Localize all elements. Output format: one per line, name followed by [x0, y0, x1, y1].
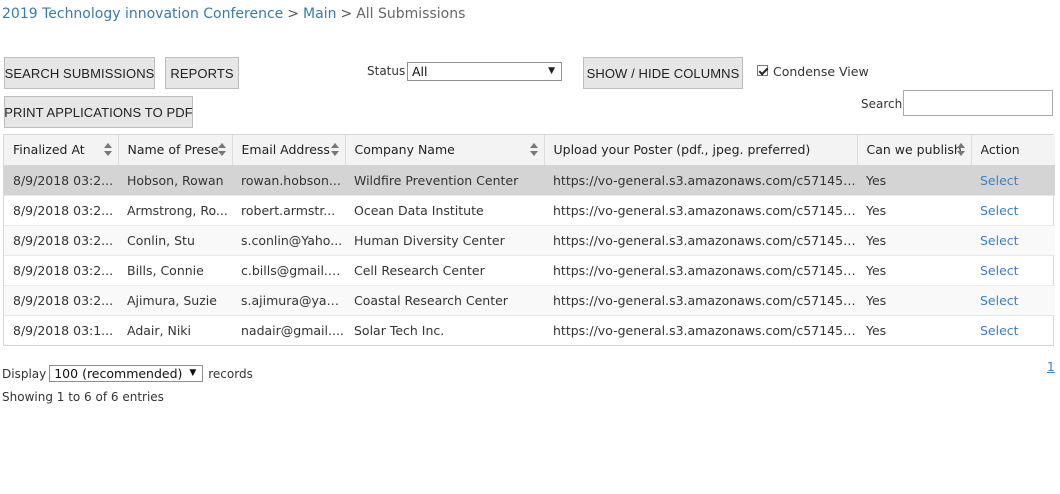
- chevron-down-icon: ▼: [189, 368, 197, 378]
- select-link[interactable]: Select: [980, 293, 1019, 308]
- cell-company: Wildfire Prevention Center: [345, 164, 544, 195]
- cell-company: Cell Research Center: [345, 254, 544, 285]
- table-header-row: Finalized At Name of Prese Email Address…: [4, 135, 1055, 166]
- reports-button[interactable]: REPORTS: [165, 57, 239, 89]
- cell-action: Select: [971, 314, 1055, 345]
- cell-finalized-at: 8/9/2018 03:2...: [4, 164, 118, 195]
- cell-email: c.bills@gmail.c...: [232, 254, 345, 285]
- records-label: records: [208, 366, 253, 381]
- select-link[interactable]: Select: [980, 203, 1019, 218]
- table-row[interactable]: 8/9/2018 03:2... Hobson, Rowan rowan.hob…: [4, 164, 1055, 195]
- select-link[interactable]: Select: [980, 263, 1019, 278]
- print-applications-pdf-button[interactable]: PRINT APPLICATIONS TO PDF: [4, 96, 193, 128]
- cell-email: nadair@gmail....: [232, 314, 345, 345]
- cell-publish: Yes: [857, 224, 971, 255]
- condense-view-toggle[interactable]: Condense View: [757, 64, 869, 79]
- search-submissions-button[interactable]: SEARCH SUBMISSIONS: [4, 57, 155, 89]
- cell-publish: Yes: [857, 314, 971, 345]
- cell-action: Select: [971, 254, 1055, 285]
- cell-poster-url: https://vo-general.s3.amazonaws.com/c571…: [544, 224, 857, 255]
- breadcrumb-separator: >: [287, 6, 300, 22]
- display-records-control: Display 100 (recommended) ▼ records: [2, 365, 253, 382]
- cell-finalized-at: 8/9/2018 03:2...: [4, 254, 118, 285]
- breadcrumb: 2019 Technology innovation Conference > Ma…: [2, 6, 465, 22]
- entries-info: Showing 1 to 6 of 6 entries: [2, 390, 164, 404]
- select-link[interactable]: Select: [980, 233, 1019, 248]
- condense-view-checkbox[interactable]: [757, 65, 768, 76]
- cell-company: Coastal Research Center: [345, 284, 544, 315]
- status-select-value: All: [412, 64, 428, 79]
- cell-company: Ocean Data Institute: [345, 194, 544, 225]
- column-header-publish[interactable]: Can we publish: [857, 135, 972, 166]
- pagination-page-1[interactable]: 1: [1047, 360, 1055, 374]
- cell-presenter-name: Armstrong, Ro...: [118, 194, 232, 225]
- sort-icon: [217, 143, 226, 157]
- cell-finalized-at: 8/9/2018 03:2...: [4, 224, 118, 255]
- cell-presenter-name: Bills, Connie: [118, 254, 232, 285]
- column-header-email[interactable]: Email Address: [232, 135, 346, 166]
- chevron-down-icon: ▼: [548, 66, 555, 76]
- cell-presenter-name: Conlin, Stu: [118, 224, 232, 255]
- cell-company: Human Diversity Center: [345, 224, 544, 255]
- breadcrumb-current: All Submissions: [356, 6, 466, 22]
- records-per-page-value: 100 (recommended): [54, 366, 183, 381]
- search-label: Search:: [861, 97, 907, 111]
- cell-finalized-at: 8/9/2018 03:2...: [4, 194, 118, 225]
- table-row[interactable]: 8/9/2018 03:2... Bills, Connie c.bills@g…: [4, 254, 1055, 285]
- cell-publish: Yes: [857, 164, 971, 195]
- cell-email: s.ajimura@yah...: [232, 284, 345, 315]
- search-input[interactable]: [903, 90, 1053, 116]
- cell-email: rowan.hobson...: [232, 164, 345, 195]
- cell-publish: Yes: [857, 254, 971, 285]
- status-select[interactable]: All ▼: [407, 62, 562, 81]
- records-per-page-select[interactable]: 100 (recommended) ▼: [49, 365, 204, 382]
- cell-poster-url: https://vo-general.s3.amazonaws.com/c571…: [544, 254, 857, 285]
- cell-poster-url: https://vo-general.s3.amazonaws.com/c571…: [544, 164, 857, 195]
- column-header-poster[interactable]: Upload your Poster (pdf., jpeg. preferre…: [544, 135, 858, 166]
- sort-icon: [529, 143, 538, 157]
- breadcrumb-main-link[interactable]: Main: [303, 6, 336, 22]
- sort-icon: [103, 143, 112, 157]
- column-header-company[interactable]: Company Name: [345, 135, 545, 166]
- select-link[interactable]: Select: [980, 173, 1019, 188]
- table-row[interactable]: 8/9/2018 03:2... Armstrong, Ro... robert…: [4, 194, 1055, 225]
- cell-action: Select: [971, 284, 1055, 315]
- cell-finalized-at: 8/9/2018 03:2...: [4, 284, 118, 315]
- sort-icon: [956, 143, 965, 157]
- cell-action: Select: [971, 164, 1055, 195]
- cell-presenter-name: Ajimura, Suzie: [118, 284, 232, 315]
- column-header-presenter-name[interactable]: Name of Prese: [118, 135, 233, 166]
- breadcrumb-conference-link[interactable]: 2019 Technology innovation Conference: [2, 6, 283, 22]
- select-link[interactable]: Select: [980, 323, 1019, 338]
- cell-poster-url: https://vo-general.s3.amazonaws.com/c571…: [544, 284, 857, 315]
- cell-finalized-at: 8/9/2018 03:1...: [4, 314, 118, 345]
- cell-presenter-name: Adair, Niki: [118, 314, 232, 345]
- status-label: Status: [367, 64, 406, 78]
- cell-poster-url: https://vo-general.s3.amazonaws.com/c571…: [544, 314, 857, 345]
- cell-email: s.conlin@Yaho...: [232, 224, 345, 255]
- breadcrumb-separator: >: [340, 6, 353, 22]
- cell-action: Select: [971, 194, 1055, 225]
- cell-publish: Yes: [857, 284, 971, 315]
- cell-publish: Yes: [857, 194, 971, 225]
- cell-poster-url: https://vo-general.s3.amazonaws.com/c571…: [544, 194, 857, 225]
- cell-email: robert.armstr...: [232, 194, 345, 225]
- sort-icon: [330, 143, 339, 157]
- cell-company: Solar Tech Inc.: [345, 314, 544, 345]
- display-label: Display: [2, 366, 47, 381]
- show-hide-columns-button[interactable]: SHOW / HIDE COLUMNS: [583, 57, 743, 89]
- cell-action: Select: [971, 224, 1055, 255]
- table-row[interactable]: 8/9/2018 03:2... Conlin, Stu s.conlin@Ya…: [4, 224, 1055, 255]
- submissions-table: Finalized At Name of Prese Email Address…: [3, 134, 1055, 346]
- column-header-action: Action: [971, 135, 1055, 166]
- table-row[interactable]: 8/9/2018 03:1... Adair, Niki nadair@gmai…: [4, 314, 1055, 345]
- condense-view-label: Condense View: [773, 64, 869, 79]
- cell-presenter-name: Hobson, Rowan: [118, 164, 232, 195]
- table-row[interactable]: 8/9/2018 03:2... Ajimura, Suzie s.ajimur…: [4, 284, 1055, 315]
- column-header-finalized-at[interactable]: Finalized At: [4, 135, 119, 166]
